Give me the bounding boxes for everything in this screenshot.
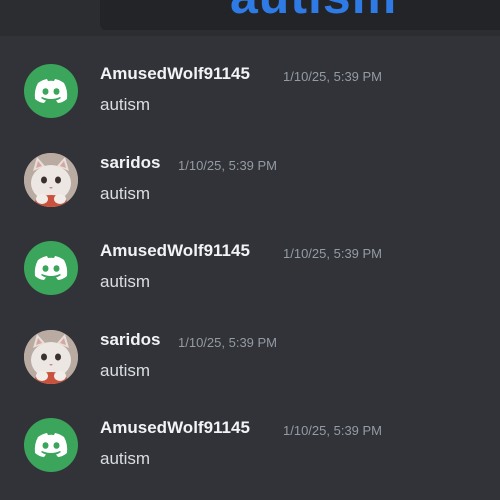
message-timestamp: 1/10/25, 5:39 PM [178, 334, 278, 350]
message-timestamp: 1/10/25, 5:39 PM [283, 69, 383, 84]
embed-image-fragment[interactable]: autism [100, 0, 500, 30]
message-author[interactable]: AmusedWolf91145 [100, 418, 250, 438]
message-item[interactable]: saridos 1/10/25, 5:39 PM autism [0, 125, 500, 214]
message-timestamp: 1/10/25, 5:39 PM [178, 157, 278, 173]
message-author[interactable]: saridos [100, 153, 160, 173]
embed-image-text: autism [230, 0, 397, 26]
message-timestamp: 1/10/25, 5:39 PM [283, 423, 383, 438]
message-item[interactable]: saridos 1/10/25, 5:39 PM autism [0, 302, 500, 391]
message-content: autism [100, 360, 151, 380]
message-content: autism [100, 449, 151, 468]
discord-logo-icon[interactable] [24, 418, 78, 472]
message-author[interactable]: AmusedWolf91145 [100, 241, 250, 261]
previous-message-area: autism [0, 0, 500, 36]
message-timestamp: 1/10/25, 5:39 PM [283, 246, 383, 261]
message-item[interactable]: AmusedWolf91145 1/10/25, 5:39 PM autism [0, 213, 500, 302]
message-item[interactable]: AmusedWolf91145 1/10/25, 5:39 PM autism [0, 390, 500, 479]
message-content: autism [100, 183, 151, 203]
message-list: AmusedWolf91145 1/10/25, 5:39 PM autism … [0, 36, 500, 479]
message-item[interactable]: AmusedWolf91145 1/10/25, 5:39 PM autism [0, 36, 500, 125]
message-content: autism [100, 272, 151, 291]
cat-avatar-icon[interactable] [24, 152, 78, 207]
message-author[interactable]: AmusedWolf91145 [100, 64, 250, 84]
message-content: autism [100, 95, 151, 114]
cat-avatar-icon[interactable] [24, 329, 78, 384]
discord-logo-icon[interactable] [24, 64, 78, 118]
discord-logo-icon[interactable] [24, 241, 78, 295]
message-author[interactable]: saridos [100, 330, 160, 350]
